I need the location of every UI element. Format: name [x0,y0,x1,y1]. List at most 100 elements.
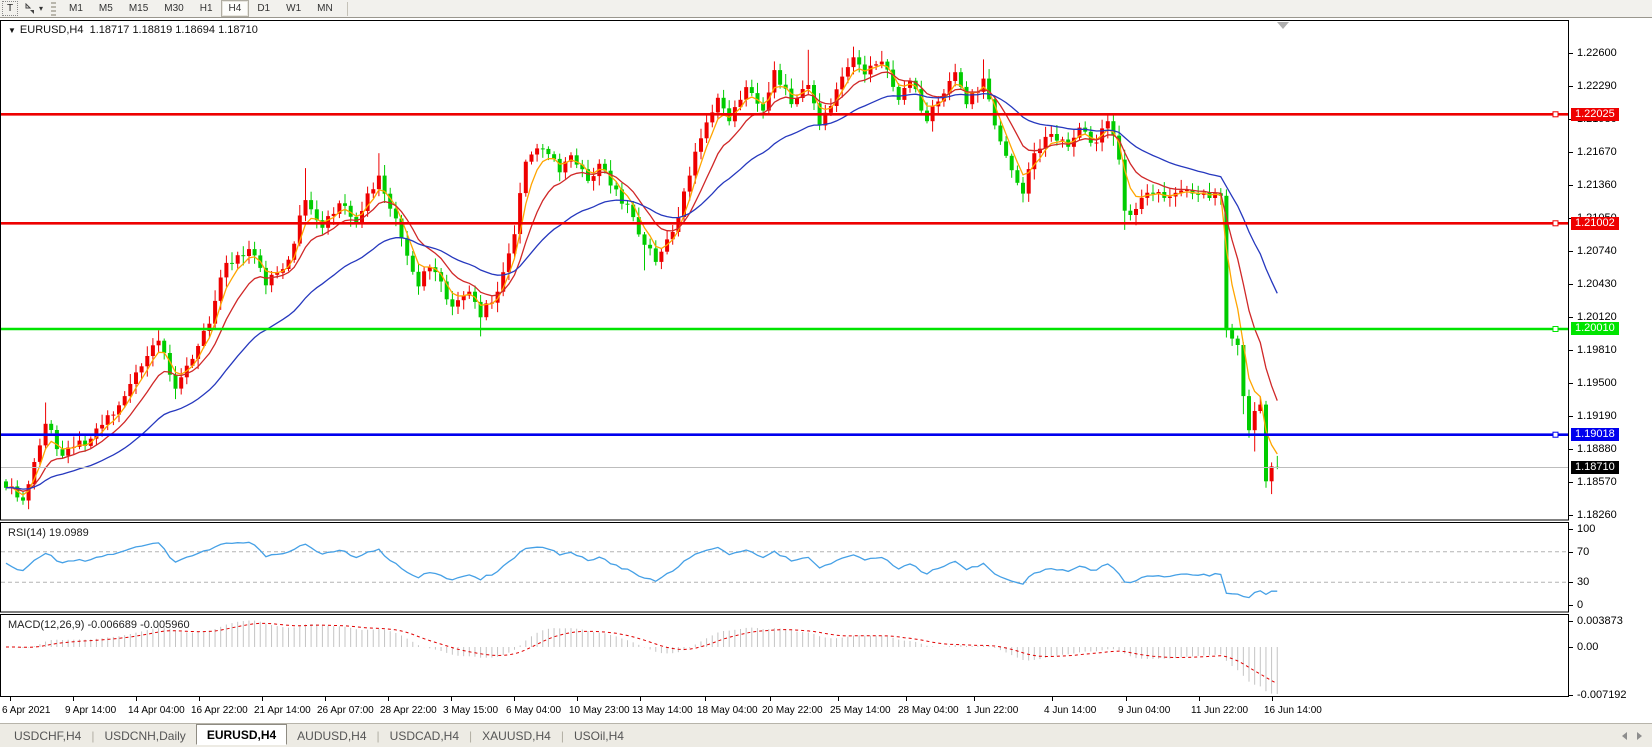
time-label: 16 Jun 14:00 [1264,705,1322,716]
line-price-badge: 1.21002 [1571,217,1619,230]
rsi-tick [1569,605,1573,606]
chart-area[interactable]: ▼EURUSD,H4 1.18717 1.18819 1.18694 1.187… [0,18,1652,723]
rsi-tick [1569,529,1573,530]
chart-shift-marker[interactable] [1277,22,1289,29]
rsi-tick [1569,552,1573,553]
timeframe-button-m30[interactable]: M30 [156,0,191,17]
time-tick [262,697,263,701]
line-anchor-handle[interactable] [1553,432,1558,437]
rsi-label: RSI(14) 19.0989 [8,527,89,539]
price-tick-label: 1.20740 [1577,245,1617,257]
toolbar-grip [51,2,56,16]
text-tool-icon: T [7,3,13,14]
time-label: 28 Apr 22:00 [380,705,437,716]
chart-tab-usdcnh[interactable]: USDCNH,Daily [94,725,195,747]
tab-scroll-left-icon[interactable] [1622,732,1627,740]
time-label: 28 May 04:00 [898,705,959,716]
line-price-badge: 1.19018 [1571,428,1619,441]
timeframe-button-w1[interactable]: W1 [278,0,309,17]
rsi-tick-label: 0 [1577,599,1583,611]
time-label: 1 Jun 22:00 [966,705,1018,716]
price-tick-label: 1.21670 [1577,146,1617,158]
time-label: 9 Jun 04:00 [1118,705,1170,716]
line-price-badge: 1.20010 [1571,322,1619,335]
time-label: 9 Apr 14:00 [65,705,116,716]
time-label: 4 Jun 14:00 [1044,705,1096,716]
price-tick [1569,317,1573,318]
time-tick [838,697,839,701]
line-anchor-handle[interactable] [1553,327,1558,332]
chart-tab-usdcad[interactable]: USDCAD,H4 [380,725,469,747]
time-label: 3 May 15:00 [443,705,498,716]
timeframe-button-d1[interactable]: D1 [249,0,278,17]
macd-label: MACD(12,26,9) -0.006689 -0.005960 [8,619,190,631]
time-label: 18 May 04:00 [697,705,758,716]
timeframe-button-h4[interactable]: H4 [221,0,250,17]
text-tool-button[interactable]: T [2,1,18,16]
chart-canvas[interactable] [0,18,1652,723]
chart-tab-usdchf[interactable]: USDCHF,H4 [4,725,91,747]
time-tick [388,697,389,701]
macd-tick [1569,647,1573,648]
price-tick-label: 1.18260 [1577,509,1617,521]
timeframe-button-m5[interactable]: M5 [91,0,121,17]
timeframe-button-m1[interactable]: M1 [61,0,91,17]
line-anchor-handle[interactable] [1553,221,1558,226]
dropdown-caret-icon: ▾ [39,4,43,13]
macd-pane[interactable] [1,615,1569,697]
chart-tab-eurusd[interactable]: EURUSD,H4 [196,724,287,745]
line-anchor-handle[interactable] [1553,112,1558,117]
price-tick [1569,383,1573,384]
time-label: 6 May 04:00 [506,705,561,716]
timeframe-button-mn[interactable]: MN [309,0,341,17]
price-tick-label: 1.18880 [1577,443,1617,455]
line-price-badge: 1.22025 [1571,108,1619,121]
price-pane[interactable] [1,21,1569,521]
price-tick [1569,416,1573,417]
timeframe-button-m15[interactable]: M15 [121,0,156,17]
mt4-terminal: { "toolbar": { "text_tool_label": "T", "… [0,0,1652,747]
macd-tick-label: 0.00 [1577,641,1598,653]
time-tick [10,697,11,701]
macd-tick-label: 0.003873 [1577,615,1623,627]
time-tick [1272,697,1273,701]
rsi-tick-label: 30 [1577,576,1589,588]
price-tick-label: 1.19810 [1577,344,1617,356]
time-tick [451,697,452,701]
chart-title: ▼EURUSD,H4 1.18717 1.18819 1.18694 1.187… [8,24,258,36]
tab-scroll-right-icon[interactable] [1637,732,1642,740]
chart-tabbar: USDCHF,H4|USDCNH,DailyEURUSD,H4AUDUSD,H4… [0,723,1652,747]
price-tick-label: 1.22290 [1577,80,1617,92]
time-label: 10 May 23:00 [569,705,630,716]
price-tick [1569,53,1573,54]
time-tick [577,697,578,701]
timeframe-group: M1M5M15M30H1H4D1W1MN [61,0,341,17]
price-tick [1569,284,1573,285]
chart-tab-xauusd[interactable]: XAUUSD,H4 [472,725,561,747]
price-tick [1569,86,1573,87]
timeframe-button-h1[interactable]: H1 [192,0,221,17]
time-tick [770,697,771,701]
price-tick [1569,251,1573,252]
price-tick [1569,185,1573,186]
price-tick-label: 1.19500 [1577,377,1617,389]
chart-tab-audusd[interactable]: AUDUSD,H4 [287,725,376,747]
time-label: 20 May 22:00 [762,705,823,716]
price-tick-label: 1.20430 [1577,278,1617,290]
toolbar: T ▾ M1M5M15M30H1H4D1W1MN [0,0,1652,18]
macd-tick-label: -0.007192 [1577,689,1627,701]
price-tick [1569,482,1573,483]
current-price-badge: 1.18710 [1571,461,1619,474]
arrows-tool-button[interactable]: ▾ [20,1,46,16]
chart-ohlc-values: 1.18717 1.18819 1.18694 1.18710 [90,24,258,36]
rsi-tick [1569,582,1573,583]
time-tick [514,697,515,701]
tab-scroll-arrows [1622,732,1642,740]
rsi-pane[interactable] [1,523,1569,613]
chart-symbol: EURUSD,H4 [20,24,84,36]
price-tick [1569,152,1573,153]
chart-tab-usoil[interactable]: USOil,H4 [564,725,634,747]
time-tick [705,697,706,701]
time-tick [73,697,74,701]
price-tick [1569,449,1573,450]
